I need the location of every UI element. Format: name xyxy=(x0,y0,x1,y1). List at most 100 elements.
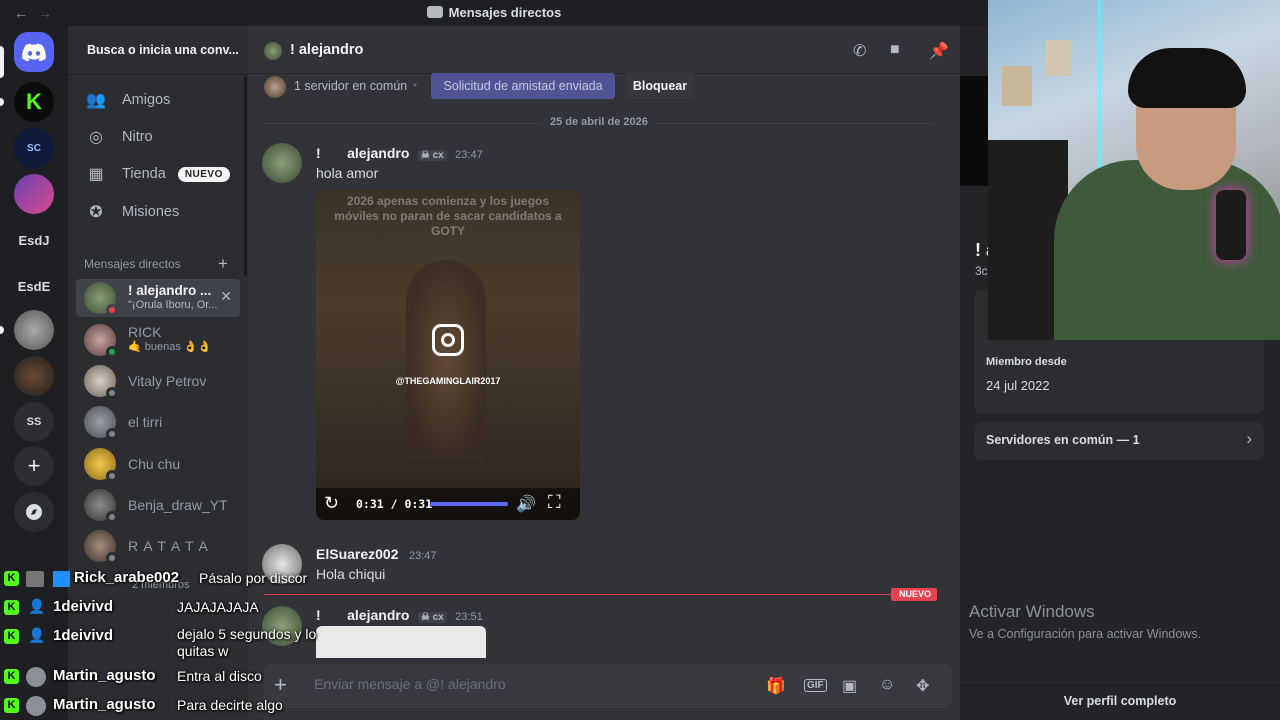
kick-badge-icon: K xyxy=(4,600,19,615)
kick-badge-icon: K xyxy=(4,698,19,713)
volume-icon[interactable]: 🔊 xyxy=(516,494,536,514)
overlay-chat-row: K 👤 1deivivd dejalo 5 segundos y lo quit… xyxy=(0,626,340,670)
add-server-icon[interactable]: + xyxy=(14,446,54,486)
status-offline xyxy=(106,387,118,399)
microphone xyxy=(1216,190,1246,260)
server-esdj[interactable]: EsdJ xyxy=(14,220,54,260)
timestamp: 23:47 xyxy=(408,550,437,562)
friend-request-sent-button[interactable]: Solicitud de amistad enviada xyxy=(431,73,615,99)
server-avatar-icon[interactable] xyxy=(14,356,54,396)
dm-name: RICK xyxy=(128,325,162,340)
fullscreen-icon[interactable]: ⛶ xyxy=(548,492,561,513)
author-prefix: ! xyxy=(316,145,321,161)
dm-item-ratata[interactable]: R A T A T A xyxy=(76,527,240,565)
dm-name: R A T A T A xyxy=(128,538,209,554)
kick-server-icon[interactable]: K xyxy=(14,82,54,122)
instagram-lens xyxy=(441,333,455,347)
wall-poster xyxy=(1002,66,1032,106)
message-input[interactable] xyxy=(314,676,714,692)
activate-windows-title: Activar Windows xyxy=(969,602,1095,621)
nav-nitro[interactable]: ◎ Nitro xyxy=(76,119,240,155)
capcut-server-icon[interactable] xyxy=(14,174,54,214)
author-name[interactable]: alejandro xyxy=(347,145,409,161)
mutual-servers-row[interactable]: Servidores en común — 1 › xyxy=(974,422,1264,460)
video-watermark: @THEGAMINGLAIR2017 xyxy=(395,376,501,386)
explore-icon[interactable] xyxy=(14,492,54,532)
overlay-username: 1deivivd xyxy=(53,627,114,644)
sticker-icon[interactable]: ▣ xyxy=(842,676,857,696)
voice-call-icon[interactable]: ✆ xyxy=(853,41,866,61)
dm-name: Vitaly Petrov xyxy=(128,373,207,389)
clan-tag[interactable]: ☠ cx xyxy=(417,150,447,161)
avatar[interactable] xyxy=(262,143,302,183)
nav-label: Amigos xyxy=(122,92,171,108)
kick-badge-icon: K xyxy=(4,629,19,644)
kick-badge-icon: K xyxy=(4,669,19,684)
divider xyxy=(68,74,248,75)
dm-item-chu-chu[interactable]: Chu chu xyxy=(76,445,240,483)
dot-separator: • xyxy=(413,78,418,92)
gift-icon[interactable]: 🎁 xyxy=(766,676,786,696)
profile-banner xyxy=(960,76,988,186)
dm-status: 🤙 buenas 👌👌 xyxy=(128,341,212,353)
mutual-servers-text[interactable]: 1 servidor en común xyxy=(294,79,407,93)
video-progress-track[interactable] xyxy=(430,502,508,506)
starcraft-server-icon[interactable]: SC xyxy=(14,128,54,168)
server-ss[interactable]: SS xyxy=(14,402,54,442)
unread-indicator xyxy=(0,98,4,106)
author-name[interactable]: alejandro xyxy=(347,607,409,623)
server-esde[interactable]: EsdE xyxy=(14,266,54,306)
user-badge-icon xyxy=(53,571,70,587)
close-dm-icon[interactable]: ✕ xyxy=(220,288,232,305)
dm-item-rick[interactable]: RICK 🤙 buenas 👌👌 xyxy=(76,321,240,359)
server-avatar-icon[interactable] xyxy=(14,310,54,350)
dm-status: "¡Orula Iboru, Or... xyxy=(128,299,218,311)
overlay-message: Pásalo por discor xyxy=(199,570,308,586)
profile-username: 3c xyxy=(975,264,988,278)
block-button[interactable]: Bloquear xyxy=(625,73,695,99)
status-offline xyxy=(106,511,118,523)
window-title: Mensajes directos xyxy=(0,5,988,20)
author-name[interactable]: ElSuarez002 xyxy=(316,546,399,562)
message-text: hola amor xyxy=(316,165,379,181)
status-online xyxy=(106,346,118,358)
video-call-icon[interactable]: ■ xyxy=(890,41,900,59)
nav-friends[interactable]: 👥 Amigos xyxy=(76,82,240,118)
dm-name: Chu chu xyxy=(128,456,181,472)
nav-shop[interactable]: ▦ Tienda NUEVO xyxy=(76,156,240,192)
avatar xyxy=(264,42,282,60)
dm-search-button[interactable]: Busca o inicia una conv... xyxy=(76,36,240,66)
kick-badge-icon: K xyxy=(4,571,19,586)
dm-item-alejandro[interactable]: ! alejandro ... "¡Orula Iboru, Or... ✕ xyxy=(76,279,240,317)
replay-icon[interactable]: ↻ xyxy=(324,493,339,514)
overlay-chat-row: K Martin_agusto Entra al disco xyxy=(0,666,340,688)
dm-item-el-tirri[interactable]: el tirri xyxy=(76,403,240,441)
video-time: 0:31 / 0:31 xyxy=(356,497,433,511)
video-controls: ↻ 0:31 / 0:31 🔊 ⛶ xyxy=(316,488,580,520)
nav-label: Nitro xyxy=(122,129,153,145)
avatar xyxy=(84,448,118,482)
clan-tag[interactable]: ☠ cx xyxy=(417,612,447,623)
nav-quests[interactable]: ✪ Misiones xyxy=(76,194,240,230)
unread-indicator xyxy=(0,326,4,334)
video-progress-fill xyxy=(430,502,508,506)
scrollbar[interactable] xyxy=(244,76,247,276)
apps-icon[interactable]: ✥ xyxy=(916,676,929,696)
dm-name: el tirri xyxy=(128,414,163,430)
emoji-icon[interactable]: ☺ xyxy=(879,676,895,694)
video-attachment[interactable]: 2026 apenas comienza y los juegos móvile… xyxy=(316,190,580,520)
overlay-username: Martin_agusto xyxy=(53,667,156,684)
dm-item-vitaly[interactable]: Vitaly Petrov xyxy=(76,362,240,400)
skull-icon: ☠ xyxy=(420,612,430,623)
view-full-profile-button[interactable]: Ver perfil completo xyxy=(960,682,1280,720)
timestamp: 23:51 xyxy=(455,611,483,623)
selected-indicator xyxy=(0,46,4,78)
shop-icon: ▦ xyxy=(88,166,104,183)
user-badge-icon xyxy=(26,571,44,587)
pin-icon[interactable]: 📌 xyxy=(929,41,949,61)
discord-logo-icon[interactable] xyxy=(14,32,54,72)
date-label: 25 de abril de 2026 xyxy=(542,116,656,128)
dm-item-benja[interactable]: Benja_draw_YT xyxy=(76,486,240,524)
gif-icon[interactable]: GIF xyxy=(804,679,827,692)
create-dm-icon[interactable]: + xyxy=(218,254,228,274)
